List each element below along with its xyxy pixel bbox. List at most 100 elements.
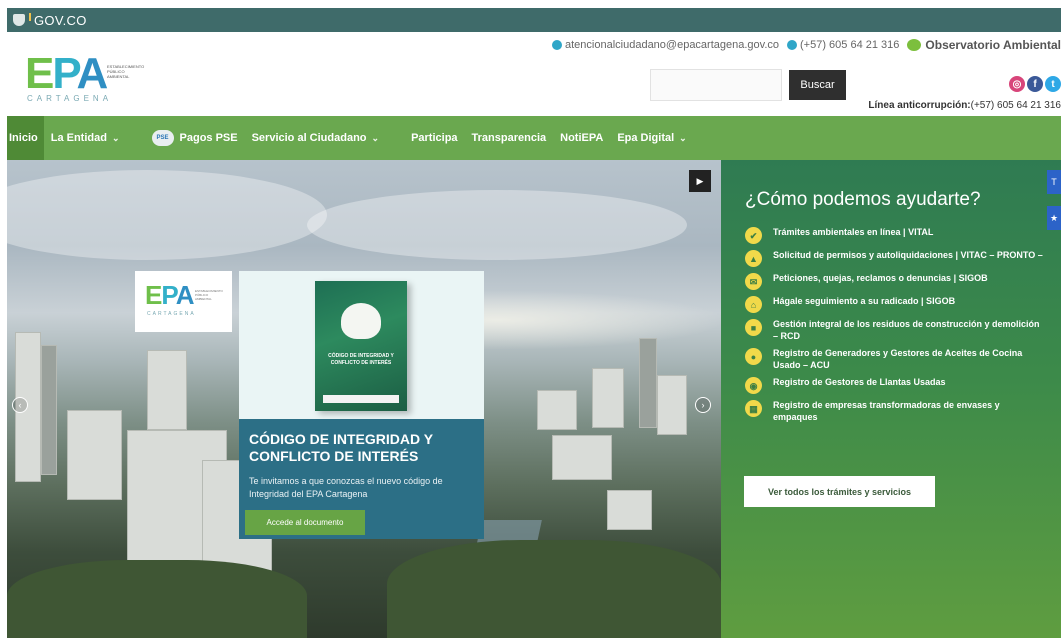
card-letter-a: A	[175, 280, 195, 310]
facebook-icon[interactable]: f	[1027, 76, 1043, 92]
slider-next-button[interactable]: ›	[695, 397, 711, 413]
help-item-label: Peticiones, quejas, reclamos o denuncias…	[773, 273, 988, 283]
gov-co-link[interactable]: GOV.CO	[34, 13, 87, 28]
help-item-label: Hágale seguimiento a su radicado | SIGOB	[773, 296, 956, 306]
city-building	[147, 350, 187, 430]
help-item-label: Gestión integral de los residuos de cons…	[773, 319, 1040, 341]
instagram-icon[interactable]: ◎	[1009, 76, 1025, 92]
nav-item-notiepa[interactable]: NotiEPA	[553, 116, 610, 160]
nav-item-label: Inicio	[9, 132, 38, 144]
help-item-label: Registro de Generadores y Gestores de Ac…	[773, 348, 1023, 370]
contact-email[interactable]: atencionalciudadano@epacartagena.gov.co	[565, 39, 779, 51]
promo-panel: CÓDIGO DE INTEGRIDAD Y CONFLICTO DE INTE…	[239, 419, 484, 539]
gov-flag-mark	[29, 13, 31, 21]
slider-play-button[interactable]: ▶	[689, 170, 711, 192]
help-item-label: Registro de Gestores de Llantas Usadas	[773, 377, 946, 387]
anticorruption-phone[interactable]: (+57) 605 64 21 316	[971, 100, 1061, 111]
anticorruption-line: Línea anticorrupción:(+57) 605 64 21 316	[868, 100, 1061, 111]
logo-letter-e: E	[25, 49, 54, 98]
email-icon	[552, 40, 562, 50]
search-input[interactable]	[650, 69, 782, 101]
main-nav: Inicio La Entidad ⌄ PSE Pagos PSE Servicio…	[7, 116, 1061, 160]
nav-item-label: Pagos PSE	[179, 132, 238, 144]
anticorruption-label: Línea anticorrupción:	[868, 100, 971, 111]
sky-cloud	[7, 170, 327, 260]
city-building	[552, 435, 612, 480]
observatorio-link[interactable]: Observatorio Ambiental	[925, 38, 1061, 52]
nav-item-transparencia[interactable]: Transparencia	[465, 116, 554, 160]
nav-item-label: Participa	[411, 132, 458, 144]
help-item-envases[interactable]: ▦ Registro de empresas transformadoras de…	[745, 399, 1045, 423]
epa-card-letters: EPA	[145, 280, 195, 310]
slider-prev-button[interactable]: ‹	[12, 397, 28, 413]
help-list: ✔ Trámites ambientales en línea | VITAL ▲…	[745, 226, 1061, 423]
egret-image	[341, 303, 381, 339]
nav-item-inicio[interactable]: Inicio	[7, 116, 44, 160]
epa-logo[interactable]: EPA ESTABLECIMIENTO PÚBLICO AMBIENTAL CA…	[25, 52, 155, 104]
nav-item-label: Epa Digital	[617, 132, 675, 144]
promo-text: Te invitamos a que conozcas el nuevo cód…	[249, 476, 443, 499]
tracking-icon: ⌂	[745, 296, 762, 313]
colombia-shield-icon	[13, 14, 25, 26]
city-building	[41, 345, 57, 475]
card-letter-e: E	[145, 280, 162, 310]
logo-letter-p: P	[52, 49, 78, 98]
logo-letter-a: A	[76, 49, 108, 98]
city-building	[537, 390, 577, 430]
help-item-vital[interactable]: ✔ Trámites ambientales en línea | VITAL	[745, 226, 1045, 244]
epa-logo-card: EPA ESTABLECIMIENTO PÚBLICO AMBIENTAL CA…	[135, 271, 232, 332]
help-item-label: Trámites ambientales en línea | VITAL	[773, 227, 934, 237]
contact-bar: atencionalciudadano@epacartagena.gov.co …	[552, 37, 1061, 53]
logo-city: CARTAGENA	[27, 94, 113, 103]
phone-icon	[787, 40, 798, 50]
city-building	[67, 410, 122, 500]
nav-item-participa[interactable]: Participa	[404, 116, 464, 160]
nav-item-epa-digital[interactable]: Epa Digital ⌄	[610, 116, 693, 160]
book-cover: CÓDIGO DE INTEGRIDAD Y CONFLICTO DE INTE…	[315, 281, 407, 411]
search-button[interactable]: Buscar	[789, 70, 846, 100]
book-title: CÓDIGO DE INTEGRIDAD Y CONFLICTO DE INTE…	[328, 353, 394, 366]
tree-canopy	[387, 540, 721, 638]
site-header: EPA ESTABLECIMIENTO PÚBLICO AMBIENTAL CA…	[7, 32, 1061, 116]
city-building	[592, 368, 624, 428]
nav-item-label: Transparencia	[471, 132, 547, 144]
nav-item-servicio-al-ciudadano[interactable]: Servicio al Ciudadano ⌄	[245, 116, 386, 160]
accessibility-tab[interactable]: T	[1047, 170, 1061, 194]
nav-item-pagos-pse[interactable]: PSE Pagos PSE	[127, 116, 245, 160]
help-item-rcd[interactable]: ■ Gestión integral de los residuos de con…	[745, 318, 1045, 342]
contact-phone[interactable]: (+57) 605 64 21 316	[800, 39, 899, 51]
hero-slider: ▶ ‹ › EPA ESTABLECIMIENTO PÚBLICO AMBIEN…	[7, 160, 721, 638]
chevron-down-icon: ⌄	[679, 132, 687, 143]
accessibility-contrast-tab[interactable]: ★	[1047, 206, 1061, 230]
access-document-button[interactable]: Accede al documento	[245, 510, 365, 535]
tree-canopy	[7, 560, 307, 638]
city-building	[639, 338, 657, 428]
card-letter-p: P	[161, 280, 176, 310]
help-item-acu[interactable]: ● Registro de Generadores y Gestores de A…	[745, 347, 1045, 371]
view-all-services-button[interactable]: Ver todos los trámites y servicios	[744, 476, 935, 507]
help-item-llantas[interactable]: ◉ Registro de Gestores de Llantas Usadas	[745, 376, 1045, 394]
promo-card: CÓDIGO DE INTEGRIDAD Y CONFLICTO DE INTE…	[239, 271, 484, 539]
nav-item-label: NotiEPA	[560, 132, 604, 144]
help-title: ¿Cómo podemos ayudarte?	[745, 189, 981, 210]
nav-item-label: Servicio al Ciudadano	[251, 132, 367, 144]
help-item-seguimiento[interactable]: ⌂ Hágale seguimiento a su radicado | SIGO…	[745, 295, 1045, 313]
help-item-label: Registro de empresas transformadoras de …	[773, 400, 1000, 422]
nav-item-label: La Entidad	[50, 132, 107, 144]
sky-cloud	[307, 190, 687, 260]
factory-icon: ▦	[745, 400, 762, 417]
help-item-vitac[interactable]: ▲ Solicitud de permisos y autoliquidacion…	[745, 249, 1045, 267]
city-building	[657, 375, 687, 435]
twitter-icon[interactable]: t	[1045, 76, 1061, 92]
social-links: ◎ f t	[1009, 76, 1061, 92]
mail-icon: ✉	[745, 273, 762, 290]
book-cover-area: CÓDIGO DE INTEGRIDAD Y CONFLICTO DE INTE…	[239, 271, 484, 419]
epa-card-city: CARTAGENA	[147, 311, 196, 317]
help-item-pqrs[interactable]: ✉ Peticiones, quejas, reclamos o denuncia…	[745, 272, 1045, 290]
help-item-label: Solicitud de permisos y autoliquidacione…	[773, 250, 1043, 260]
help-panel: ¿Cómo podemos ayudarte? ✔ Trámites ambien…	[721, 160, 1061, 638]
warning-icon: ▲	[745, 250, 762, 267]
city-building	[607, 490, 652, 530]
nav-item-la-entidad[interactable]: La Entidad ⌄	[44, 116, 127, 160]
truck-icon: ■	[745, 319, 762, 336]
